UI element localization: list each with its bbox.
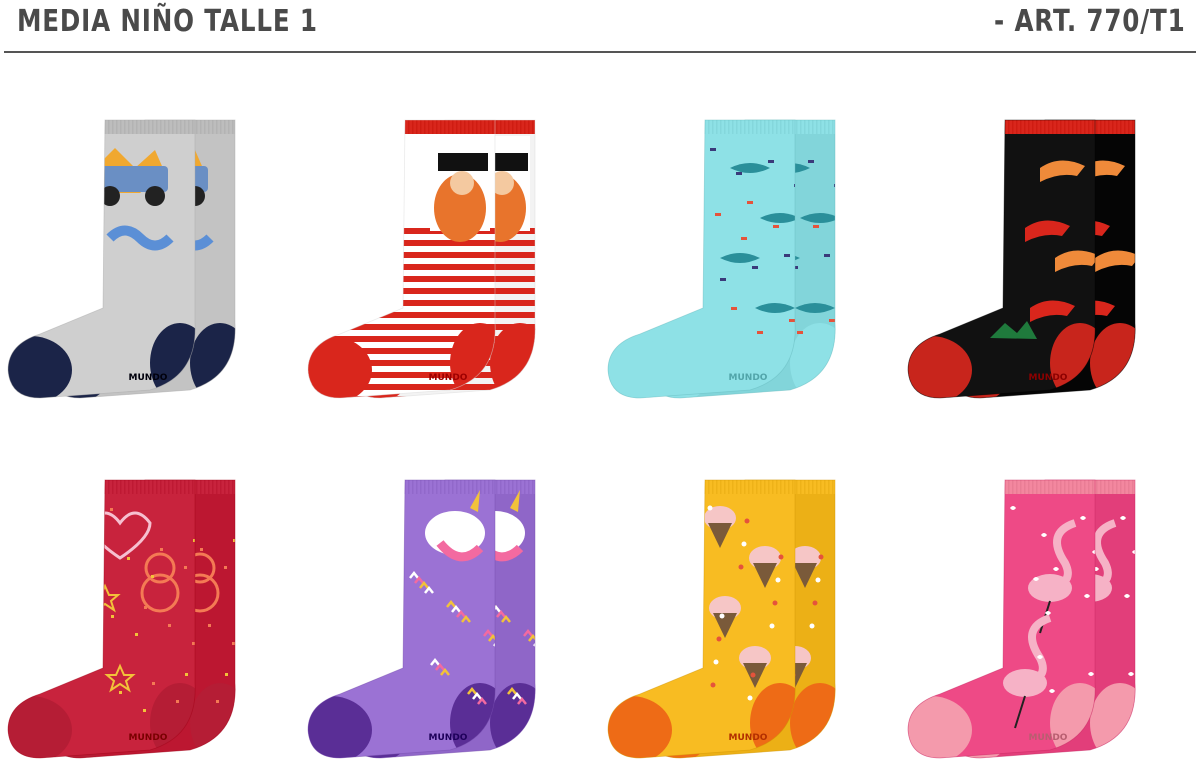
sock-pair-illustration: MUNDO (7, 119, 236, 399)
sock-pair-illustration: MUNDO (907, 119, 1136, 399)
sock-pair-illustration: MUNDO (607, 119, 836, 399)
brand-label: MUNDO (729, 373, 768, 383)
sock-product-dinosaurs[interactable]: MUNDO (900, 108, 1200, 403)
front-sock (7, 479, 196, 759)
sock-product-unicorn[interactable]: MUNDO (300, 468, 600, 763)
page-title: MEDIA NIÑO TALLE 1 (17, 4, 318, 39)
front-sock (907, 479, 1096, 759)
front-sock (907, 119, 1096, 399)
sock-pair-illustration: MUNDO (307, 119, 536, 399)
brand-label: MUNDO (129, 733, 168, 743)
sock-product-flamingo[interactable]: MUNDO (900, 468, 1200, 763)
brand-label: MUNDO (729, 733, 768, 743)
header-divider (4, 51, 1196, 53)
front-sock (607, 119, 796, 399)
sock-pair-illustration: MUNDO (307, 479, 536, 759)
brand-label: MUNDO (1029, 373, 1068, 383)
brand-label: MUNDO (1029, 733, 1068, 743)
sock-pair-illustration: MUNDO (907, 479, 1136, 759)
sock-product-ice-cream[interactable]: MUNDO (600, 468, 900, 763)
front-sock (307, 119, 496, 399)
sock-product-sharks[interactable]: MUNDO (600, 108, 900, 403)
front-sock (607, 479, 796, 759)
front-sock (307, 479, 496, 759)
sock-product-teddy-bear-hearts[interactable]: MUNDO (0, 468, 300, 763)
sock-product-monster-truck[interactable]: MUNDO (0, 108, 300, 403)
sock-pair-illustration: MUNDO (7, 479, 236, 759)
sock-product-pirate[interactable]: MUNDO (300, 108, 600, 403)
header: MEDIA NIÑO TALLE 1 - ART. 770/T1 (0, 0, 1200, 56)
brand-label: MUNDO (429, 373, 468, 383)
article-code: - ART. 770/T1 (994, 4, 1186, 39)
sock-pair-illustration: MUNDO (607, 479, 836, 759)
brand-label: MUNDO (129, 373, 168, 383)
brand-label: MUNDO (429, 733, 468, 743)
front-sock (7, 119, 196, 399)
